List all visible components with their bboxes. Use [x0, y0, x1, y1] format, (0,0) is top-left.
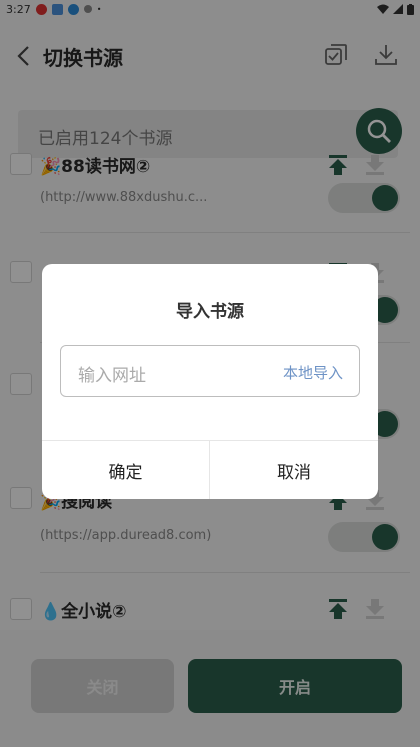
- dialog-title: 导入书源: [176, 302, 244, 322]
- local-import-link[interactable]: 本地导入: [283, 362, 343, 383]
- url-input[interactable]: 输入网址 本地导入: [60, 345, 360, 397]
- cancel-button[interactable]: 取消: [210, 441, 378, 499]
- import-source-dialog: 导入书源 输入网址 本地导入 确定 取消: [42, 264, 378, 499]
- url-input-placeholder: 输入网址: [78, 366, 146, 386]
- confirm-button[interactable]: 确定: [42, 441, 209, 499]
